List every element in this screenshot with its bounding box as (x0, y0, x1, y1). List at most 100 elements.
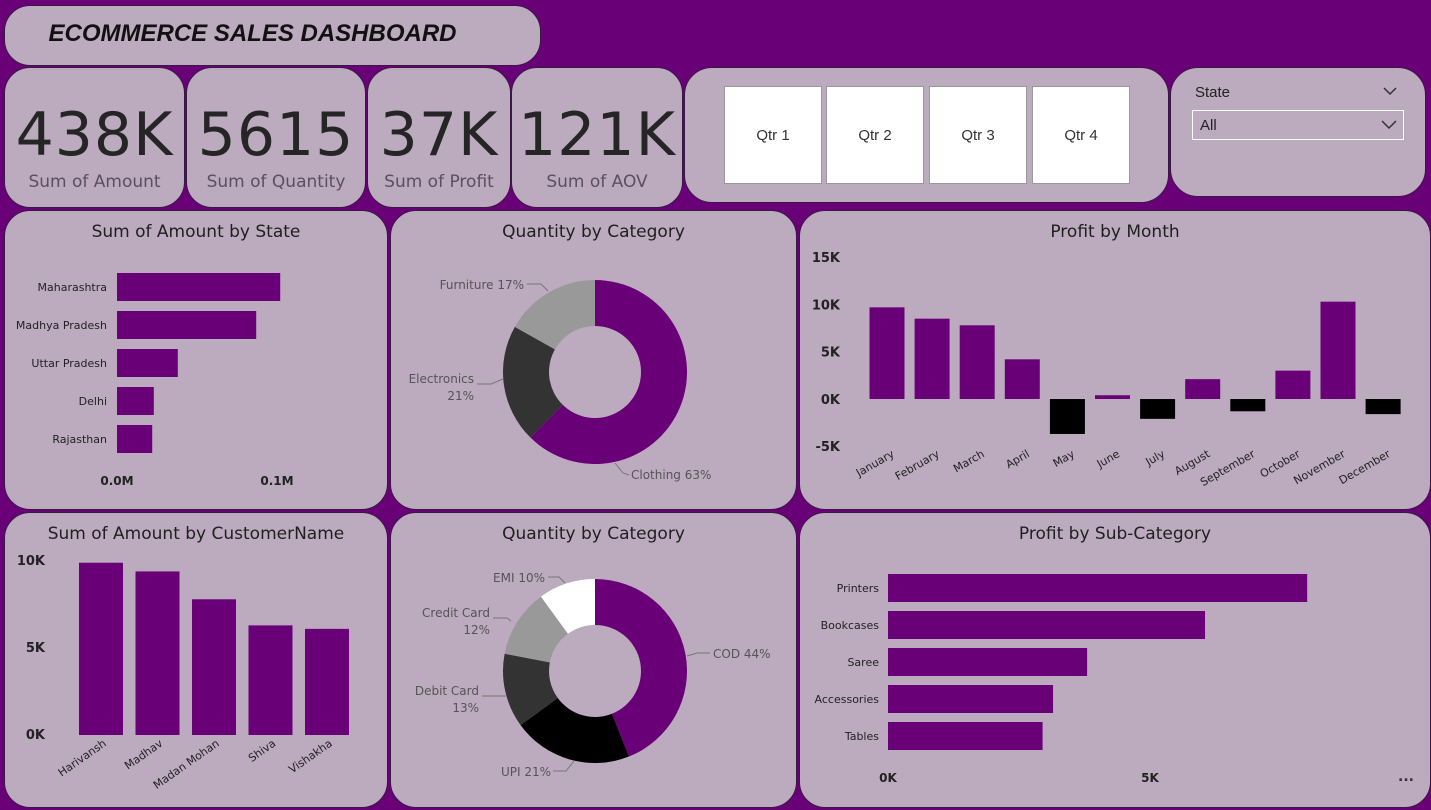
bar (248, 625, 293, 735)
data-label: Electronics (409, 372, 474, 386)
axis-category-label: Uttar Pradesh (31, 357, 107, 370)
quarter-button-q4[interactable]: Qtr 4 (1032, 86, 1130, 184)
axis-tick-label: 0.1M (260, 474, 293, 488)
bar (1049, 399, 1085, 434)
data-label: Clothing 63% (631, 468, 711, 482)
bar (135, 571, 180, 735)
kpi-value: 37K (379, 100, 499, 170)
bar (914, 318, 950, 399)
bar (888, 685, 1054, 713)
data-label: EMI 10% (493, 571, 545, 585)
axis-tick-label: 0K (879, 771, 897, 785)
axis-category-label: Delhi (79, 395, 107, 408)
bar (305, 628, 349, 735)
profit-by-subcategory-plot: Printers Bookcases Saree Accessories Tables 0… (815, 574, 1308, 785)
axis-category-label: Rajasthan (52, 433, 107, 446)
axis-category-label: July (1143, 447, 1168, 469)
data-label: 13% (452, 701, 479, 715)
bar (1320, 301, 1356, 399)
bar (888, 574, 1308, 602)
profit-by-subcategory-chart[interactable]: Profit by Sub-Category Printers Bookcases… (799, 512, 1431, 808)
profit-by-month-plot: 15K 10K 5K 0K -5K JanuaryFebruary March April Ma… (812, 251, 1401, 489)
bar (1185, 379, 1221, 399)
quantity-by-payment-plot: COD 44% UPI 21% Debit Card 13% Credit Card 12… (415, 571, 771, 779)
data-label: Debit Card (415, 684, 479, 698)
amount-by-state-chart[interactable]: Sum of Amount by State Maharashtra Madhya… (4, 210, 388, 510)
bar (1230, 399, 1266, 412)
bar (888, 722, 1043, 750)
axis-tick-label: -5K (815, 440, 840, 455)
leader-line (548, 576, 566, 584)
bar (117, 349, 178, 377)
data-label: 12% (463, 623, 490, 637)
profit-by-month-chart[interactable]: Profit by Month 15K 10K 5K 0K -5K January Febr… (799, 210, 1431, 510)
leader-line (614, 462, 630, 476)
bar (117, 273, 281, 301)
axis-category-label: June (1094, 447, 1122, 471)
kpi-card-aov[interactable]: 121K Sum of AOV (511, 67, 683, 208)
axis-category-label: Maharashtra (38, 281, 108, 294)
quarter-button-q2[interactable]: Qtr 2 (826, 86, 924, 184)
kpi-card-quantity[interactable]: 5615 Sum of Quantity (186, 67, 366, 208)
data-label: Credit Card (422, 606, 490, 620)
amount-by-state-plot: Maharashtra Madhya Pradesh Uttar Pradesh De… (16, 273, 294, 488)
data-label: Furniture 17% (440, 278, 524, 292)
axis-tick-label: 0.0M (100, 474, 133, 488)
kpi-value: 5615 (197, 100, 355, 170)
kpi-label: Sum of Amount (28, 172, 161, 192)
bar (117, 387, 154, 415)
axis-category-label: December (1337, 447, 1393, 487)
kpi-value: 438K (15, 100, 174, 170)
bar (888, 611, 1206, 639)
leader-line (553, 760, 575, 772)
amount-by-customer-chart[interactable]: Sum of Amount by CustomerName 10K 5K 0K Har… (4, 512, 388, 808)
axis-tick-label: 0K (26, 728, 46, 743)
axis-tick-label: 15K (812, 251, 841, 266)
dashboard-title-card: ECOMMERCE SALES DASHBOARD (4, 5, 541, 66)
axis-tick-label: 5K (1141, 771, 1159, 785)
state-filter-label: State (1195, 84, 1231, 101)
bar (1365, 399, 1401, 415)
kpi-card-amount[interactable]: 438K Sum of Amount (4, 67, 185, 208)
axis-category-label: Accessories (815, 693, 880, 706)
bar (888, 648, 1088, 676)
axis-category-label: Vishakha (286, 737, 334, 776)
axis-category-label: Tables (844, 730, 879, 743)
axis-category-label: May (1051, 447, 1078, 470)
chevron-down-icon (1381, 120, 1397, 130)
bar (959, 325, 995, 399)
data-label: UPI 21% (501, 765, 551, 779)
axis-category-label: February (893, 447, 942, 483)
quarter-slicer: Qtr 1 Qtr 2 Qtr 3 Qtr 4 (684, 67, 1169, 203)
state-dropdown[interactable]: All (1192, 110, 1404, 140)
kpi-card-profit[interactable]: 37K Sum of Profit (367, 67, 511, 208)
axis-category-label: Printers (837, 582, 880, 595)
quarter-button-q1[interactable]: Qtr 1 (724, 86, 822, 184)
leader-line (477, 378, 504, 385)
axis-category-label: March (951, 447, 987, 475)
kpi-label: Sum of Profit (384, 172, 494, 192)
axis-tick-label: 10K (812, 298, 841, 313)
amount-by-customer-plot: 10K5K0KHarivansh MadhavMadan Mohan Shiva Vi… (17, 554, 349, 792)
chevron-down-icon[interactable] (1383, 86, 1397, 96)
dashboard-title: ECOMMERCE SALES DASHBOARD (48, 20, 457, 47)
leader-line (493, 617, 512, 622)
bar (117, 311, 257, 339)
axis-tick-label: 5K (26, 641, 46, 656)
quarter-button-q3[interactable]: Qtr 3 (929, 86, 1027, 184)
axis-category-label: Madhav (122, 737, 165, 773)
data-label: 21% (447, 389, 474, 403)
axis-tick-label: 0K (821, 393, 841, 408)
axis-category-label: Madhya Pradesh (16, 319, 107, 332)
bar (1004, 359, 1040, 399)
axis-category-label: Bookcases (821, 619, 880, 632)
quantity-by-category-chart[interactable]: Quantity by Category Furniture 17% Electr… (390, 210, 797, 510)
leader-line (527, 283, 549, 292)
bar (1095, 395, 1130, 399)
bar (1140, 399, 1176, 419)
quantity-by-payment-chart[interactable]: Quantity by Category COD 44% UPI 21% Debit… (390, 512, 797, 808)
state-dropdown-value: All (1200, 117, 1217, 134)
bar (192, 599, 236, 735)
more-options-icon[interactable]: ... (1398, 769, 1414, 785)
state-slicer: State All (1170, 67, 1426, 197)
